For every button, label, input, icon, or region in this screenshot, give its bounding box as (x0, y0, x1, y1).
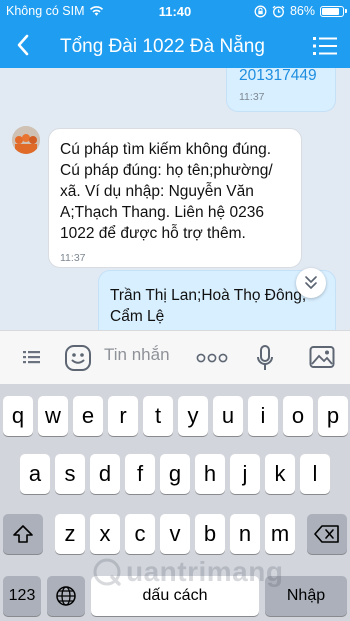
key-h[interactable]: h (195, 454, 225, 494)
message-time: 11:37 (239, 91, 265, 103)
key-v[interactable]: v (160, 514, 190, 554)
message-line: A;Thạch Thang. Liên hệ 0236 (60, 204, 264, 221)
key-s[interactable]: s (55, 454, 85, 494)
message-text: Cú pháp tìm kiếm không đúng. Cú pháp đún… (60, 139, 296, 244)
menu-list-icon[interactable] (313, 36, 337, 56)
key-q[interactable]: q (3, 396, 33, 436)
key-i[interactable]: i (248, 396, 278, 436)
scroll-to-bottom-button[interactable] (296, 268, 326, 298)
status-right: 86% (254, 4, 347, 18)
key-z[interactable]: z (55, 514, 85, 554)
key-g[interactable]: g (160, 454, 190, 494)
key-f[interactable]: f (125, 454, 155, 494)
key-t[interactable]: t (143, 396, 173, 436)
message-line: Cú pháp tìm kiếm không đúng. (60, 141, 272, 158)
chat-area[interactable]: 201317449 11:37 Cú pháp tìm kiếm không đ… (0, 68, 350, 330)
rotation-lock-icon (254, 5, 267, 17)
message-input[interactable]: Tin nhắn (104, 345, 170, 365)
conversation-title: Tổng Đài 1022 Đà Nẵng (60, 36, 265, 57)
key-y[interactable]: y (178, 396, 208, 436)
microphone-icon[interactable] (255, 344, 275, 372)
list-icon[interactable] (22, 345, 42, 369)
status-bar: Không có SIM 11:40 86% (0, 4, 350, 20)
sticker-icon[interactable] (64, 344, 92, 372)
numbers-key[interactable]: 123 (3, 576, 41, 616)
key-l[interactable]: l (300, 454, 330, 494)
key-n[interactable]: n (230, 514, 260, 554)
globe-icon (56, 586, 76, 606)
keyboard: q w e r t y u i o p a s d f g h j k l z … (0, 384, 350, 621)
message-incoming[interactable]: Cú pháp tìm kiếm không đúng. Cú pháp đún… (48, 128, 302, 268)
double-chevron-down-icon (305, 276, 317, 289)
message-outgoing[interactable]: 201317449 11:37 (226, 68, 336, 112)
key-d[interactable]: d (90, 454, 120, 494)
key-e[interactable]: e (73, 396, 103, 436)
key-a[interactable]: a (20, 454, 50, 494)
back-chevron-icon[interactable] (12, 32, 36, 58)
message-line: Cú pháp đúng: họ tên;phường/ (60, 162, 273, 179)
key-r[interactable]: r (108, 396, 138, 436)
battery-percent: 86% (289, 4, 315, 18)
app-header: Không có SIM 11:40 86% Tổng Đài 1022 Đà … (0, 0, 350, 68)
message-line: xã. Ví dụ nhập: Nguyễn Văn (60, 183, 254, 200)
shift-key[interactable] (3, 514, 43, 554)
key-k[interactable]: k (265, 454, 295, 494)
backspace-key[interactable] (307, 514, 347, 554)
space-key[interactable]: dấu cách (91, 576, 259, 616)
key-j[interactable]: j (230, 454, 260, 494)
globe-key[interactable] (47, 576, 85, 616)
return-key[interactable]: Nhập (265, 576, 347, 616)
more-dots-icon[interactable] (196, 353, 228, 363)
key-b[interactable]: b (195, 514, 225, 554)
shift-icon (13, 525, 33, 543)
backspace-icon (314, 525, 339, 543)
message-time: 11:37 (60, 252, 86, 264)
key-x[interactable]: x (90, 514, 120, 554)
key-w[interactable]: w (38, 396, 68, 436)
message-text: 201317449 (239, 68, 317, 84)
avatar[interactable] (12, 126, 40, 154)
key-c[interactable]: c (125, 514, 155, 554)
message-line: 1022 để được hỗ trợ thêm. (60, 225, 246, 242)
key-m[interactable]: m (265, 514, 295, 554)
message-line: Cẩm Lệ (110, 308, 165, 325)
key-u[interactable]: u (213, 396, 243, 436)
battery-icon (320, 5, 347, 17)
nav-bar: Tổng Đài 1022 Đà Nẵng (0, 28, 350, 66)
image-icon[interactable] (309, 345, 335, 369)
key-p[interactable]: p (318, 396, 348, 436)
avatar-image (12, 126, 40, 154)
key-o[interactable]: o (283, 396, 313, 436)
alarm-icon (272, 5, 285, 17)
message-input-bar: Tin nhắn (0, 330, 350, 384)
